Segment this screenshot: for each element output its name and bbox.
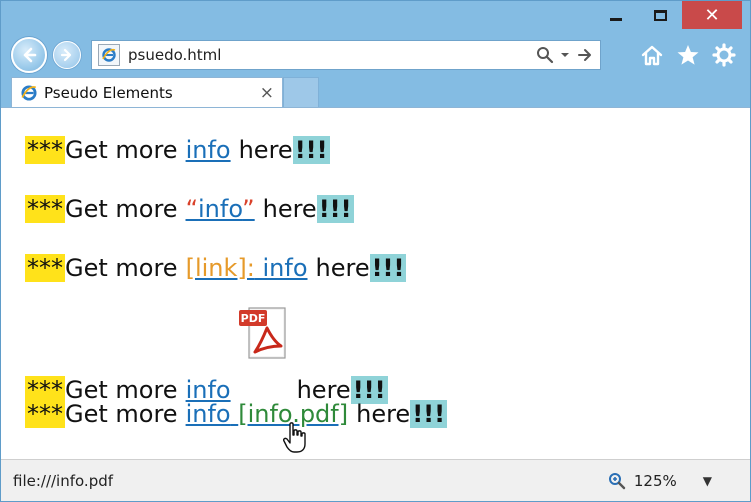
content-line-5: *** Get more info [info.pdf] here !!! [25,400,448,428]
zoom-level: 125% [633,471,677,490]
content-line-2: *** Get more “info” here !!! [25,195,354,223]
home-icon[interactable] [640,44,664,66]
close-window-button[interactable]: ✕ [682,1,742,29]
here-text: here [315,254,370,282]
stars-prefix: *** [25,195,65,223]
here-text: here [238,136,293,164]
address-tools [536,46,594,64]
info-link[interactable]: info [186,136,231,164]
toolbar-icons [640,43,740,67]
open-quote: “ [185,195,199,223]
window-controls: ✕ [594,1,742,31]
bangs-suffix: !!! [292,136,330,164]
browser-window: ✕ psuedo.html Pseudo Elements × *** Get … [0,0,751,502]
minimize-icon [610,17,622,21]
search-icon[interactable] [536,46,554,64]
navigation-bar: psuedo.html [11,35,740,75]
quoted-info-link[interactable]: “info” [186,195,255,223]
get-more-text: Get more [65,195,178,223]
ie-logo-icon [102,48,116,62]
chevron-down-icon[interactable] [560,50,570,60]
get-more-text: Get more [65,254,178,282]
content-line-4: *** Get more info PDF here !!! [25,307,388,404]
page-content: *** Get more info here !!! *** Get more … [1,107,750,461]
minimize-button[interactable] [594,1,638,29]
get-more-text: Get more [65,136,178,164]
stars-prefix: *** [25,400,65,428]
pdf-badge-text: PDF [240,312,265,325]
maximize-button[interactable] [638,1,682,29]
page-icon [98,44,120,66]
pdf-info-link[interactable]: info [info.pdf] [186,400,349,428]
tab-pseudo-elements[interactable]: Pseudo Elements × [11,77,283,107]
stars-prefix: *** [25,136,65,164]
address-text[interactable]: psuedo.html [128,46,536,64]
ie-logo-icon [21,84,37,101]
forward-arrow-icon [60,48,72,62]
close-quote: ” [242,195,255,223]
status-url: file:///info.pdf [13,471,114,490]
new-tab-button[interactable] [283,77,319,107]
zoom-control[interactable]: 125% ▼ [608,472,712,490]
forward-button[interactable] [53,41,81,69]
stars-prefix: *** [25,254,65,282]
content-line-1: *** Get more info here !!! [25,136,330,164]
bangs-suffix: !!! [316,195,354,223]
tab-title: Pseudo Elements [44,83,173,102]
zoom-dropdown-icon[interactable]: ▼ [703,474,712,488]
here-text: here [356,400,411,428]
back-button[interactable] [11,37,47,73]
settings-gear-icon[interactable] [712,43,736,67]
here-text: here [262,195,317,223]
bangs-suffix: !!! [410,400,448,428]
address-bar[interactable]: psuedo.html [91,40,601,70]
content-line-3: *** Get more [link]: info here !!! [25,254,407,282]
info-link-text: info [262,254,308,282]
labeled-info-link[interactable]: [link]: info [186,254,308,282]
favorites-star-icon[interactable] [676,44,700,66]
info-link-text: info [198,195,243,223]
close-tab-icon[interactable]: × [260,83,274,103]
link-label-prefix: [link]: [185,254,255,282]
maximize-icon [653,9,667,21]
bangs-suffix: !!! [369,254,407,282]
status-bar: file:///info.pdf 125% ▼ [1,459,750,501]
hand-cursor-icon [283,422,306,453]
zoom-magnifier-icon [608,472,626,489]
get-more-text: Get more [65,400,178,428]
go-arrow-icon[interactable] [576,46,594,64]
back-arrow-icon [23,47,37,63]
info-link-text: info [185,400,231,428]
close-icon: ✕ [704,4,720,26]
tab-bar: Pseudo Elements × [11,77,750,107]
